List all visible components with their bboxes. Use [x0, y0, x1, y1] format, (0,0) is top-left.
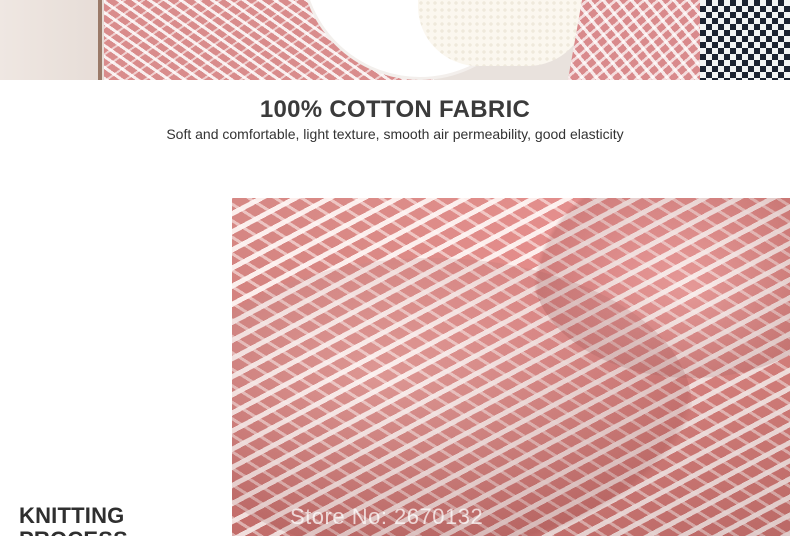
houndstooth-pillow [700, 0, 790, 80]
fabric-closeup-photo [232, 198, 790, 536]
heading-line-2: PROCESS [19, 528, 219, 536]
fabric-headline: 100% COTTON FABRIC [259, 96, 531, 123]
fabric-description: Soft and comfortable, light texture, smo… [166, 126, 624, 142]
heading-line-1: KNITTING [19, 503, 125, 528]
wall-background [0, 0, 110, 80]
store-watermark: Store No: 2670132 [290, 504, 484, 529]
fabric-shading [232, 198, 790, 536]
top-product-photo [0, 0, 790, 80]
pink-pattern-pillow [567, 0, 723, 80]
knitting-process-heading: KNITTING PROCESS [19, 504, 219, 536]
ladder-pole [98, 0, 102, 80]
